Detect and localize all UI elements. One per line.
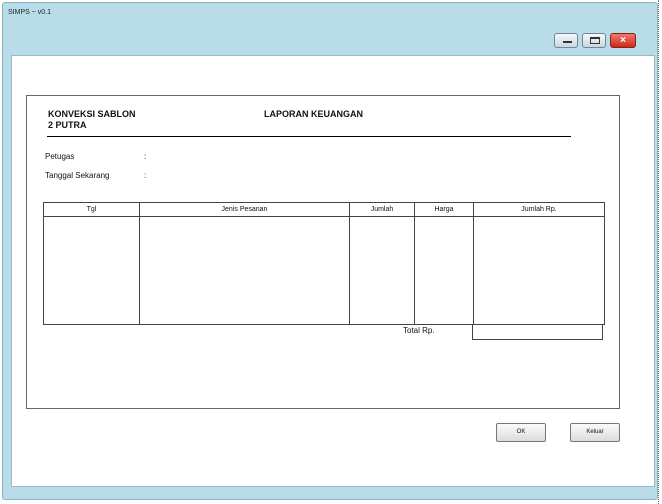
minimize-icon xyxy=(563,41,572,43)
company-name-line1: KONVEKSI SABLON xyxy=(48,109,136,119)
screen-edge-divider xyxy=(658,0,661,504)
report-table: Tgl Jenis Pesanan Jumlah Harga Jumlah Rp… xyxy=(43,202,605,325)
column-header-jumlah: Jumlah xyxy=(349,202,415,217)
column-header-tgl: Tgl xyxy=(43,202,140,217)
close-button[interactable]: × xyxy=(610,33,636,48)
maximize-icon xyxy=(590,37,600,44)
petugas-colon: : xyxy=(144,152,147,161)
keluar-button[interactable]: Keluar xyxy=(570,423,620,442)
column-header-jumlah-rp: Jumlah Rp. xyxy=(473,202,605,217)
company-name-line2: 2 PUTRA xyxy=(48,120,87,130)
petugas-label: Petugas xyxy=(45,152,75,161)
table-cell-tgl[interactable] xyxy=(43,216,140,325)
ok-button[interactable]: OK xyxy=(496,423,546,442)
minimize-button[interactable] xyxy=(554,33,578,48)
tanggal-colon: : xyxy=(144,171,147,180)
tanggal-label: Tanggal Sekarang xyxy=(45,171,110,180)
window-title: SIMPS ~ v0.1 xyxy=(8,9,51,16)
table-cell-harga[interactable] xyxy=(414,216,474,325)
table-cell-jumlah-rp[interactable] xyxy=(473,216,605,325)
column-header-harga: Harga xyxy=(414,202,474,217)
total-field[interactable] xyxy=(472,324,603,340)
column-header-jenis-pesanan: Jenis Pesanan xyxy=(139,202,350,217)
table-cell-jenis-pesanan[interactable] xyxy=(139,216,350,325)
header-divider xyxy=(47,136,571,137)
report-title: LAPORAN KEUANGAN xyxy=(264,109,363,119)
table-row xyxy=(43,216,605,325)
total-label: Total Rp. xyxy=(403,326,435,335)
maximize-button[interactable] xyxy=(582,33,606,48)
table-cell-jumlah[interactable] xyxy=(349,216,415,325)
close-icon: × xyxy=(620,35,626,46)
